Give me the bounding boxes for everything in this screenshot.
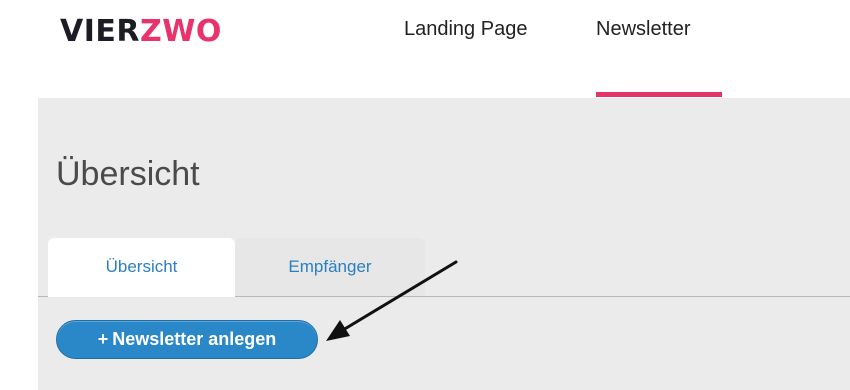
content-panel: Übersicht Übersicht Empfänger + Newslett… bbox=[38, 98, 850, 390]
logo-text-vier: VIER bbox=[60, 14, 140, 49]
tab-ubersicht[interactable]: Übersicht bbox=[48, 238, 235, 296]
active-tab-cover bbox=[48, 295, 235, 297]
logo-text-zwo: ZWO bbox=[139, 14, 222, 49]
nav-active-indicator bbox=[596, 92, 722, 97]
tab-bar: Übersicht Empfänger bbox=[38, 238, 850, 296]
create-newsletter-label: Newsletter anlegen bbox=[112, 329, 277, 349]
vierzwo-logo[interactable]: VIERZWO bbox=[60, 14, 222, 50]
nav-item-newsletter[interactable]: Newsletter bbox=[596, 16, 690, 42]
top-header: VIERZWO Landing Page Newsletter bbox=[0, 0, 850, 98]
plus-icon: + bbox=[97, 329, 109, 349]
page-title: Übersicht bbox=[56, 155, 200, 193]
nav-item-landing-page[interactable]: Landing Page bbox=[404, 16, 527, 42]
create-newsletter-button[interactable]: + Newsletter anlegen bbox=[56, 320, 318, 359]
tab-empfanger[interactable]: Empfänger bbox=[235, 238, 425, 296]
